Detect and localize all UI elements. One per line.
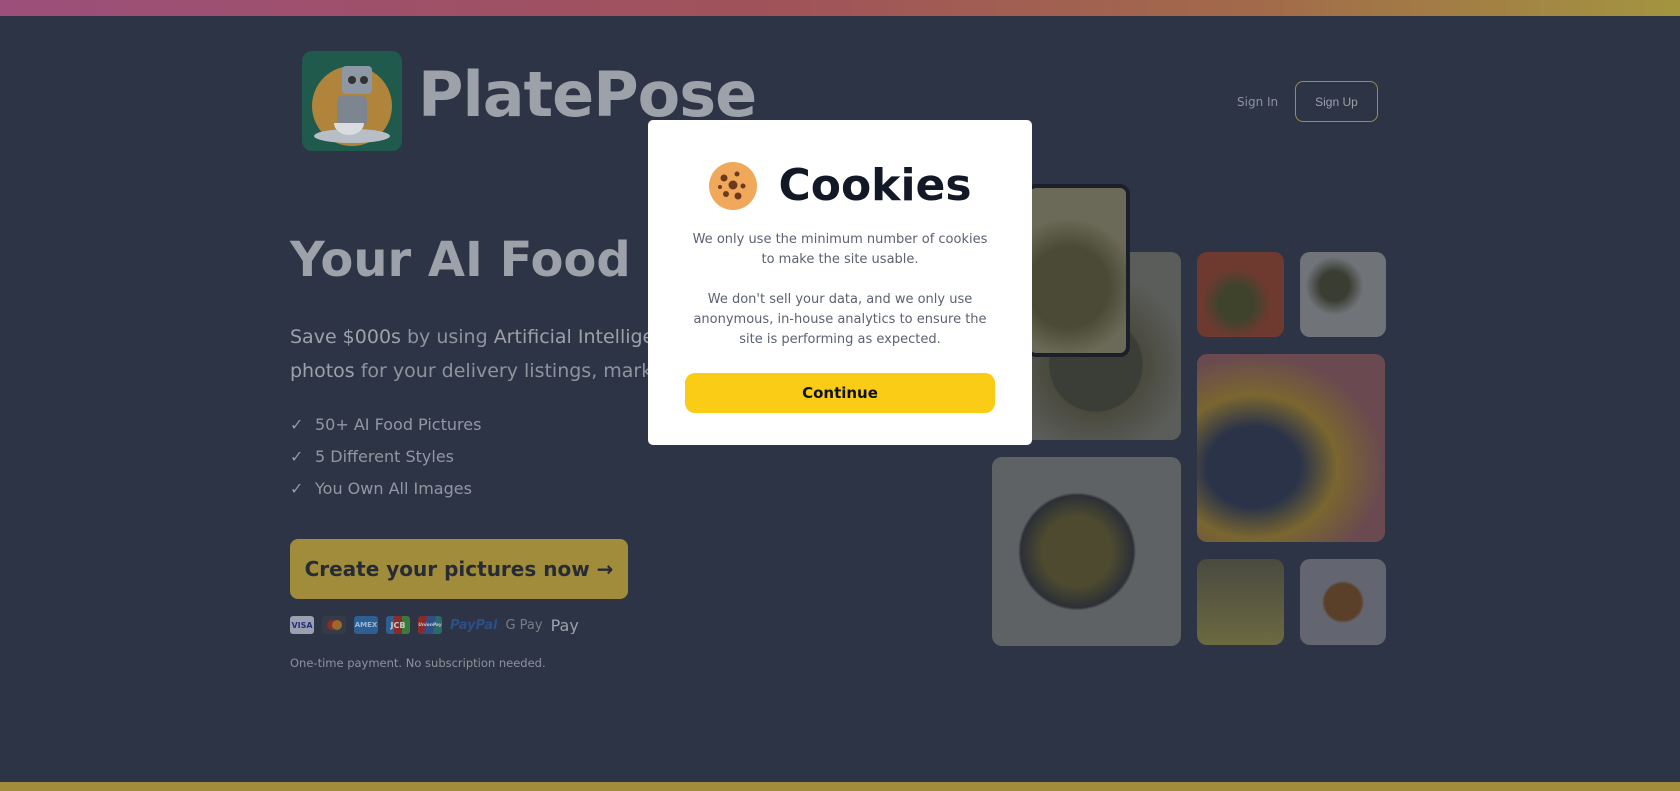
feature-item: ✓ 50+ AI Food Pictures: [290, 408, 481, 440]
feature-label: 50+ AI Food Pictures: [315, 414, 482, 434]
unionpay-icon: UnionPay: [418, 616, 442, 634]
sign-up-button[interactable]: Sign Up: [1295, 81, 1378, 122]
gallery-image: [1300, 252, 1386, 337]
sub-text: by using: [400, 326, 494, 348]
feature-label: 5 Different Styles: [315, 446, 454, 466]
cookie-modal-header: Cookies: [648, 160, 1032, 211]
cookie-text-para: We only use the minimum number of cookie…: [692, 232, 988, 267]
feature-label: You Own All Images: [315, 478, 472, 498]
payment-note: One-time payment. No subscription needed…: [290, 656, 546, 670]
cookie-modal-title: Cookies: [778, 160, 972, 211]
feature-list: ✓ 50+ AI Food Pictures ✓ 5 Different Style…: [290, 408, 481, 504]
gallery-image: [1026, 184, 1130, 357]
top-gradient-bar: [0, 0, 1680, 16]
feature-item: ✓ You Own All Images: [290, 472, 481, 504]
hero-headline: Your AI Food St: [290, 232, 705, 288]
feature-item: ✓ 5 Different Styles: [290, 440, 481, 472]
amex-icon: AMEX: [354, 616, 378, 634]
sign-in-link[interactable]: Sign In: [1237, 95, 1278, 109]
gallery-image: [992, 457, 1181, 646]
gallery-image: [1197, 354, 1385, 542]
mastercard-icon: [322, 616, 346, 634]
paypal-icon: PayPal: [450, 617, 498, 633]
jcb-icon: JCB: [386, 616, 410, 634]
gallery-image: [1300, 559, 1386, 645]
apple-pay-icon: Pay: [550, 616, 579, 634]
cookie-modal: Cookies We only use the minimum number o…: [648, 120, 1032, 445]
continue-button[interactable]: Continue: [685, 373, 995, 413]
sub-bold: Save $000s: [290, 326, 401, 348]
bottom-bar: [0, 782, 1680, 791]
cookie-modal-text: We only use the minimum number of cookie…: [688, 230, 992, 350]
check-icon: ✓: [290, 478, 304, 498]
gallery-image: [1197, 559, 1284, 645]
payment-methods: VISA AMEX JCB UnionPay PayPal G Pay Pay: [290, 616, 579, 634]
google-pay-icon: G Pay: [505, 617, 543, 633]
visa-icon: VISA: [290, 616, 314, 634]
hero-subtitle: Save $000s by using Artificial Intellige…: [290, 320, 700, 388]
create-pictures-button[interactable]: Create your pictures now →: [290, 539, 628, 599]
gallery-image: [1197, 252, 1284, 337]
check-icon: ✓: [290, 414, 304, 434]
logo-robot-image[interactable]: [302, 51, 402, 151]
cookie-icon: [709, 161, 758, 210]
cookie-text-para: We don't sell your data, and we only use…: [693, 292, 987, 347]
check-icon: ✓: [290, 446, 304, 466]
sub-bold: photos: [290, 360, 355, 382]
